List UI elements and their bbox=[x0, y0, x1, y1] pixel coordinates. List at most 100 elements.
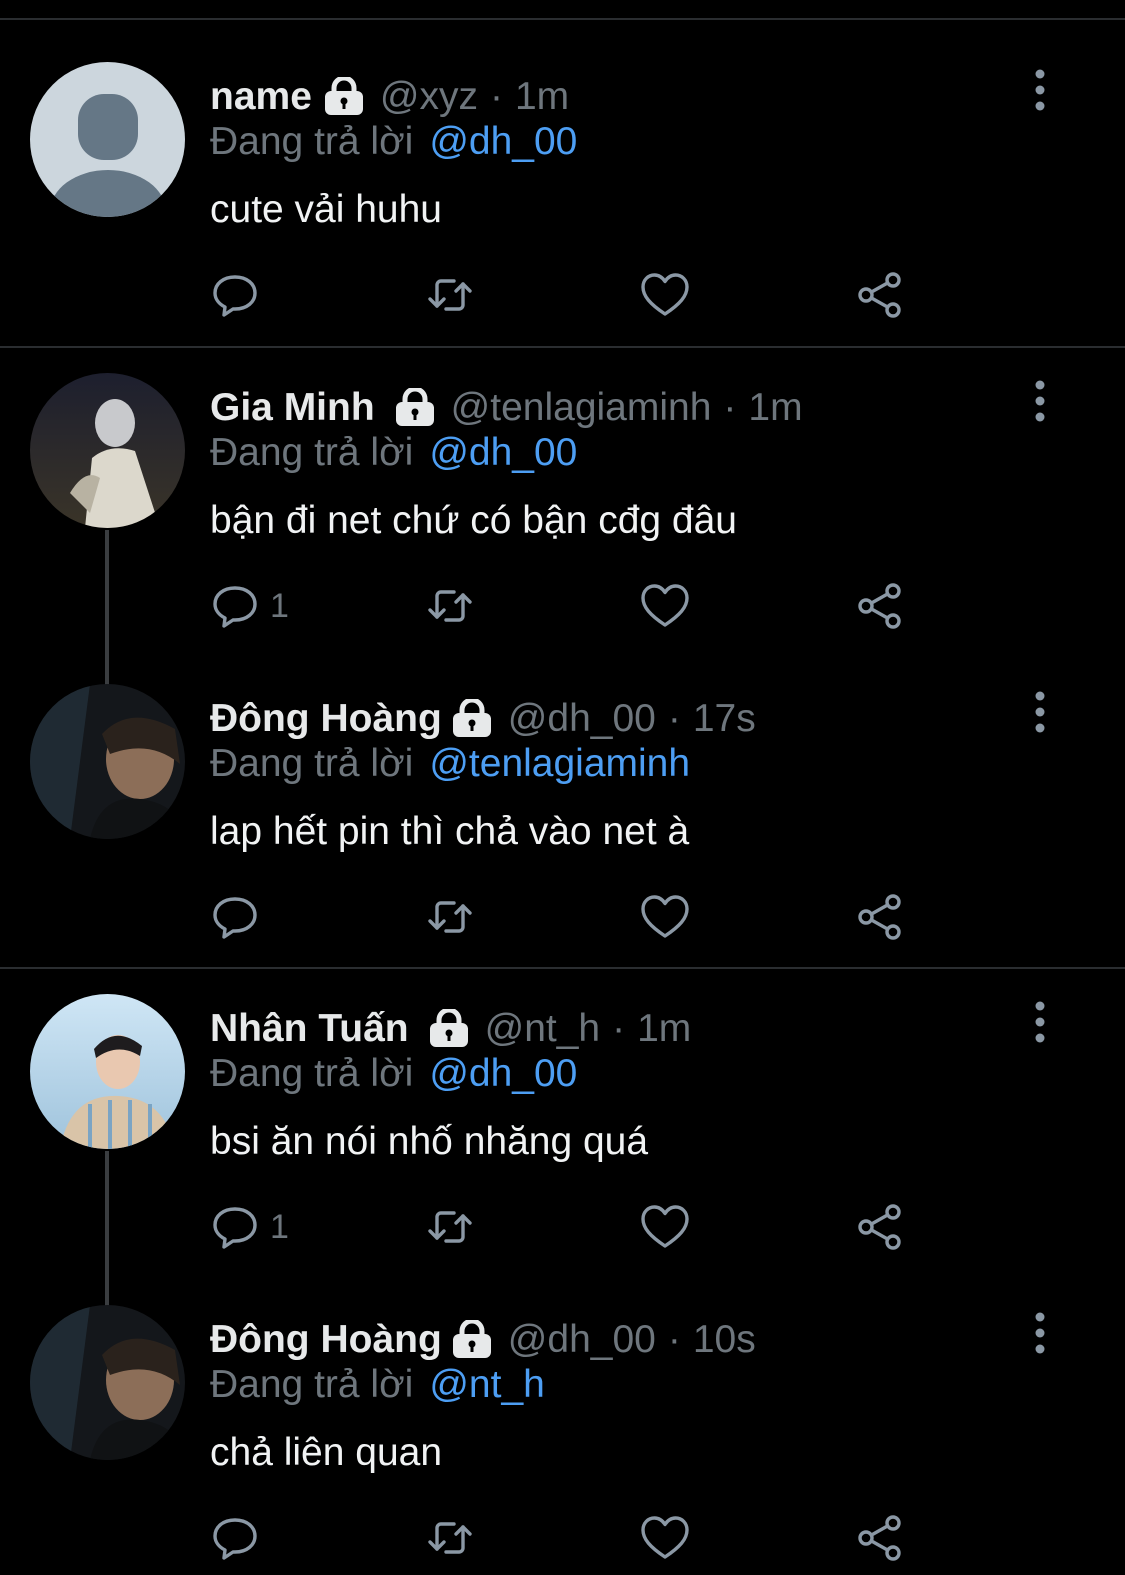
tweet[interactable]: Đông Hoàng @dh_00 · 17s Đang trả lời @ten… bbox=[0, 684, 1125, 964]
share-icon bbox=[858, 1204, 901, 1250]
mention-link[interactable]: @tenlagiaminh bbox=[429, 742, 690, 785]
share-button[interactable] bbox=[855, 1202, 905, 1252]
replying-to-label: Đang trả lời bbox=[210, 742, 414, 785]
retweet-icon bbox=[428, 1522, 472, 1554]
share-icon bbox=[858, 894, 901, 940]
tweet-header: Gia Minh @tenlagiaminh · 1m bbox=[210, 383, 803, 433]
handle[interactable]: @tenlagiaminh bbox=[451, 386, 712, 430]
avatar[interactable] bbox=[30, 373, 185, 528]
share-icon bbox=[858, 583, 901, 629]
reply-icon bbox=[213, 275, 257, 317]
retweet-button[interactable] bbox=[425, 892, 475, 942]
like-button[interactable] bbox=[640, 892, 690, 942]
tweet-text: lap hết pin thì chả vào net à bbox=[210, 810, 690, 853]
display-name[interactable]: name bbox=[210, 75, 312, 119]
tweet-header: name @xyz · 1m bbox=[210, 72, 569, 122]
mention-link[interactable]: @dh_00 bbox=[429, 1052, 577, 1095]
lock-icon bbox=[429, 1009, 469, 1049]
reply-button[interactable] bbox=[210, 892, 270, 942]
tweet-text: cute vải huhu bbox=[210, 188, 443, 231]
tweet-actions: 1 bbox=[210, 581, 930, 641]
reply-button[interactable]: 1 bbox=[210, 581, 289, 631]
handle[interactable]: @dh_00 bbox=[508, 1318, 656, 1362]
replying-to-label: Đang trả lời bbox=[210, 1052, 414, 1095]
separator-dot: · bbox=[667, 697, 681, 740]
heart-icon bbox=[641, 1205, 689, 1248]
retweet-button[interactable] bbox=[425, 581, 475, 631]
tweet-text: bsi ăn nói nhố nhăng quá bbox=[210, 1120, 649, 1163]
like-button[interactable] bbox=[640, 270, 690, 320]
retweet-button[interactable] bbox=[425, 270, 475, 320]
handle[interactable]: @dh_00 bbox=[508, 697, 656, 741]
display-name[interactable]: Nhân Tuấn bbox=[210, 1007, 409, 1051]
more-vertical-icon[interactable] bbox=[1028, 68, 1052, 112]
lock-icon bbox=[452, 699, 492, 739]
mention-link[interactable]: @dh_00 bbox=[429, 120, 577, 163]
tweet-actions: 1 bbox=[210, 1202, 930, 1262]
retweet-icon bbox=[428, 1211, 472, 1243]
replying-to-label: Đang trả lời bbox=[210, 431, 414, 474]
handle[interactable]: @nt_h bbox=[485, 1007, 601, 1051]
share-icon bbox=[858, 1515, 901, 1561]
tweet-text: chả liên quan bbox=[210, 1431, 443, 1474]
retweet-button[interactable] bbox=[425, 1202, 475, 1252]
replying-to: Đang trả lời @tenlagiaminh bbox=[210, 742, 690, 786]
like-button[interactable] bbox=[640, 1513, 690, 1563]
display-name[interactable]: Đông Hoàng bbox=[210, 697, 442, 741]
tweet[interactable]: Nhân Tuấn @nt_h · 1m Đang trả lời @dh_00 … bbox=[0, 994, 1125, 1274]
more-vertical-icon[interactable] bbox=[1028, 1000, 1052, 1044]
tweet[interactable]: name @xyz · 1m Đang trả lời @dh_00 cute v… bbox=[0, 62, 1125, 342]
tweet-header: Đông Hoàng @dh_00 · 17s bbox=[210, 694, 756, 744]
like-button[interactable] bbox=[640, 581, 690, 631]
more-vertical-icon[interactable] bbox=[1028, 379, 1052, 423]
tweet-header: Nhân Tuấn @nt_h · 1m bbox=[210, 1004, 691, 1054]
avatar[interactable] bbox=[30, 62, 185, 217]
share-icon bbox=[858, 272, 901, 318]
reply-button[interactable]: 1 bbox=[210, 1202, 289, 1252]
like-button[interactable] bbox=[640, 1202, 690, 1252]
reply-count: 1 bbox=[270, 1207, 289, 1246]
tweet[interactable]: Gia Minh @tenlagiaminh · 1m Đang trả lời… bbox=[0, 373, 1125, 653]
mention-link[interactable]: @dh_00 bbox=[429, 431, 577, 474]
lock-icon bbox=[324, 77, 364, 117]
retweet-icon bbox=[428, 590, 472, 622]
lock-icon bbox=[395, 388, 435, 428]
reply-icon bbox=[213, 1518, 257, 1560]
share-button[interactable] bbox=[855, 270, 905, 320]
lock-icon bbox=[452, 1320, 492, 1360]
display-name[interactable]: Gia Minh bbox=[210, 386, 375, 430]
avatar[interactable] bbox=[30, 994, 185, 1149]
replying-to-label: Đang trả lời bbox=[210, 120, 414, 163]
retweet-icon bbox=[428, 279, 472, 311]
timestamp[interactable]: 10s bbox=[693, 1318, 756, 1362]
replying-to: Đang trả lời @dh_00 bbox=[210, 120, 577, 164]
tweet-divider bbox=[0, 346, 1125, 348]
reply-button[interactable] bbox=[210, 1513, 270, 1563]
more-vertical-icon[interactable] bbox=[1028, 690, 1052, 734]
handle[interactable]: @xyz bbox=[380, 75, 478, 119]
more-vertical-icon[interactable] bbox=[1028, 1311, 1052, 1355]
timestamp[interactable]: 1m bbox=[637, 1007, 691, 1051]
reply-button[interactable] bbox=[210, 270, 270, 320]
reply-icon bbox=[213, 586, 257, 628]
heart-icon bbox=[641, 1516, 689, 1559]
mention-link[interactable]: @nt_h bbox=[429, 1363, 545, 1406]
separator-dot: · bbox=[723, 386, 737, 429]
timestamp[interactable]: 1m bbox=[748, 386, 802, 430]
retweet-button[interactable] bbox=[425, 1513, 475, 1563]
share-button[interactable] bbox=[855, 892, 905, 942]
avatar[interactable] bbox=[30, 684, 185, 839]
share-button[interactable] bbox=[855, 1513, 905, 1563]
tweet-header: Đông Hoàng @dh_00 · 10s bbox=[210, 1315, 756, 1365]
replying-to: Đang trả lời @dh_00 bbox=[210, 431, 577, 475]
timestamp[interactable]: 1m bbox=[515, 75, 569, 119]
tweet-actions bbox=[210, 1513, 930, 1573]
tweet-actions bbox=[210, 270, 930, 330]
display-name[interactable]: Đông Hoàng bbox=[210, 1318, 442, 1362]
share-button[interactable] bbox=[855, 581, 905, 631]
tweet[interactable]: Đông Hoàng @dh_00 · 10s Đang trả lời @nt_… bbox=[0, 1305, 1125, 1575]
timestamp[interactable]: 17s bbox=[693, 697, 756, 741]
avatar[interactable] bbox=[30, 1305, 185, 1460]
replying-to: Đang trả lời @nt_h bbox=[210, 1363, 545, 1407]
reply-icon bbox=[213, 1207, 257, 1249]
